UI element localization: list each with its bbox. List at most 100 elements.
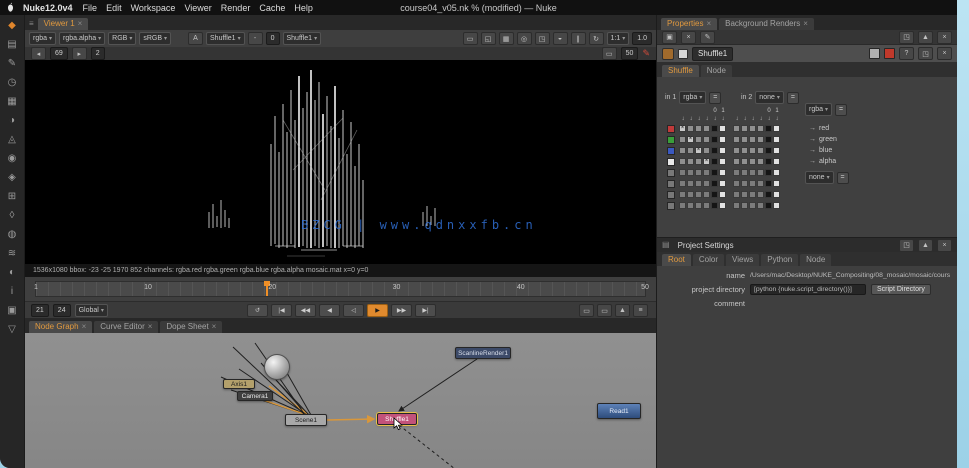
viewer-lut-select[interactable]: sRGB▾ <box>139 32 171 45</box>
shuffle-cell[interactable] <box>741 169 748 176</box>
shuffle-cell[interactable] <box>773 136 780 143</box>
mono-channel-icon[interactable]: ◒ <box>553 32 568 45</box>
shuffle-cell[interactable] <box>757 180 764 187</box>
shuffle-cell[interactable] <box>741 191 748 198</box>
gl-color-chip[interactable] <box>884 48 895 59</box>
shuffle-cell[interactable] <box>733 147 740 154</box>
tab-views[interactable]: Views <box>726 254 759 266</box>
maximize-panel-icon[interactable]: ▲ <box>918 239 933 252</box>
shuffle-cell[interactable] <box>773 180 780 187</box>
shuffle-cell[interactable] <box>773 191 780 198</box>
zebra-icon[interactable]: ◳ <box>535 32 550 45</box>
zoom-select[interactable]: 1:1▾ <box>607 32 630 45</box>
shuffle-cell[interactable] <box>741 136 748 143</box>
shuffle-cell[interactable] <box>765 147 772 154</box>
tab-close-icon[interactable]: × <box>803 19 808 28</box>
tab-node[interactable]: Node <box>800 254 831 266</box>
menu-edit[interactable]: Edit <box>106 3 122 13</box>
a-buffer-select[interactable]: Shuffle1▾ <box>206 32 245 45</box>
shuffle-cell[interactable] <box>773 125 780 132</box>
shuffle-cell[interactable] <box>679 136 686 143</box>
shuffle-cell[interactable] <box>703 202 710 209</box>
node-scanline-render[interactable]: ScanlineRender1 <box>455 347 511 359</box>
shuffle-cell[interactable] <box>687 191 694 198</box>
menu-help[interactable]: Help <box>294 3 313 13</box>
shuffle-cell[interactable] <box>719 202 726 209</box>
shuffle-cell[interactable] <box>695 180 702 187</box>
shuffle-cell[interactable] <box>711 158 718 165</box>
channel-nodes-icon[interactable]: ▦ <box>4 95 20 108</box>
shuffle-cell[interactable] <box>711 180 718 187</box>
node-camera[interactable]: Camera1 <box>237 391 273 401</box>
gain-field[interactable]: 1.0 <box>632 32 652 45</box>
close-panel-icon[interactable]: × <box>937 239 952 252</box>
range-icon[interactable]: ▭ <box>602 47 617 60</box>
shuffle-cell[interactable] <box>679 147 686 154</box>
tab-close-icon[interactable]: × <box>82 322 87 331</box>
metadata-nodes-icon[interactable]: i <box>4 285 20 298</box>
render-range-icon[interactable]: ▭ <box>597 304 612 317</box>
proxy-toggle-icon[interactable]: ◱ <box>481 32 496 45</box>
merge-nodes-icon[interactable]: ◈ <box>4 171 20 184</box>
shuffle-cell[interactable] <box>733 180 740 187</box>
gamma-toggle-icon[interactable]: ◎ <box>517 32 532 45</box>
nuke-logo-icon[interactable]: ◆ <box>4 19 20 32</box>
current-frame-field[interactable]: 21 <box>31 304 49 317</box>
in2-link-button[interactable]: = <box>787 92 799 104</box>
keyer-nodes-icon[interactable]: ◉ <box>4 152 20 165</box>
menu-cache[interactable]: Cache <box>259 3 285 13</box>
shuffle-cell[interactable] <box>679 191 686 198</box>
frame-back-button[interactable]: ◂ <box>31 47 46 60</box>
menu-render[interactable]: Render <box>221 3 251 13</box>
b-buffer-index[interactable]: 0 <box>266 32 280 45</box>
shuffle-cell[interactable] <box>679 169 686 176</box>
shuffle-cell[interactable] <box>687 169 694 176</box>
shuffle-cell[interactable] <box>719 136 726 143</box>
shuffle-cell[interactable] <box>679 202 686 209</box>
shuffle-cell[interactable] <box>765 191 772 198</box>
float-panel-icon[interactable]: ◳ <box>899 31 914 44</box>
filter-nodes-icon[interactable]: ◬ <box>4 133 20 146</box>
menu-viewer[interactable]: Viewer <box>184 3 211 13</box>
other-nodes-icon[interactable]: ▽ <box>4 323 20 336</box>
shuffle-cell[interactable] <box>719 169 726 176</box>
layer-select[interactable]: rgba▾ <box>29 32 56 45</box>
shuffle-cell[interactable] <box>733 125 740 132</box>
tab-properties[interactable]: Properties× <box>661 18 717 30</box>
shuffle-cell[interactable] <box>703 180 710 187</box>
maximize-panel-icon[interactable]: ▲ <box>918 31 933 44</box>
out2-select[interactable]: none▾ <box>805 171 834 184</box>
shuffle-cell[interactable] <box>749 202 756 209</box>
shuffle-cell[interactable] <box>749 180 756 187</box>
shuffle-cell[interactable]: × <box>679 125 686 132</box>
node-axis[interactable]: Axis1 <box>223 379 255 389</box>
shuffle-cell[interactable] <box>757 147 764 154</box>
shuffle-cell[interactable] <box>695 136 702 143</box>
shuffle-cell[interactable] <box>703 169 710 176</box>
play-forward-button[interactable]: ▶ <box>367 304 388 317</box>
toolsets-icon[interactable]: ▣ <box>4 304 20 317</box>
node-help-icon[interactable]: ? <box>899 47 914 60</box>
shuffle-cell[interactable] <box>765 169 772 176</box>
shuffle-cell[interactable] <box>741 147 748 154</box>
shuffle-cell[interactable] <box>719 180 726 187</box>
shuffle-cell[interactable] <box>719 158 726 165</box>
close-panel-icon[interactable]: × <box>937 31 952 44</box>
apple-menu-icon[interactable] <box>6 2 15 13</box>
time-nodes-icon[interactable]: ◷ <box>4 76 20 89</box>
prev-keyframe-button[interactable]: ◀◀ <box>295 304 316 317</box>
shuffle-cell[interactable] <box>687 202 694 209</box>
timeline-options-icon[interactable]: ≡ <box>633 304 648 317</box>
shuffle-cell[interactable] <box>765 125 772 132</box>
in1-link-button[interactable]: = <box>709 92 721 104</box>
range-mode-select[interactable]: Global▾ <box>75 304 108 317</box>
node-read[interactable]: Read1 <box>597 403 641 419</box>
roi-pencil-icon[interactable]: ✎ <box>642 48 650 59</box>
fps-field[interactable]: 24 <box>53 304 71 317</box>
shuffle-cell[interactable] <box>733 202 740 209</box>
float-panel-icon[interactable]: ◳ <box>899 239 914 252</box>
shuffle-cell[interactable] <box>703 125 710 132</box>
shuffle-cell[interactable] <box>703 147 710 154</box>
clip-warning-icon[interactable]: ▦ <box>499 32 514 45</box>
tab-node-graph[interactable]: Node Graph× <box>29 321 92 333</box>
